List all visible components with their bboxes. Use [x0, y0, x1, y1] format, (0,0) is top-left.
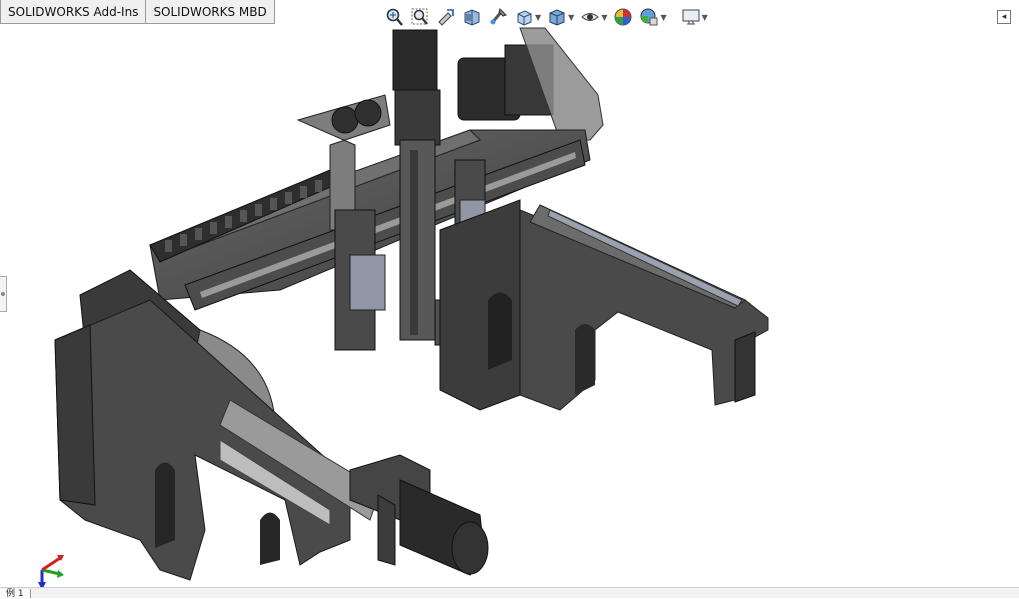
section-view-icon: [464, 9, 480, 26]
hide-show-items-icon: [581, 13, 600, 21]
edit-appearance-button[interactable]: [613, 6, 633, 28]
edit-appearance-icon: [614, 8, 632, 26]
section-view-button[interactable]: [462, 6, 482, 28]
display-style-icon: [549, 9, 565, 26]
command-manager-tabs: SOLIDWORKS Add-Ins SOLIDWORKS MBD: [0, 0, 275, 26]
sheet-tab[interactable]: 例 1: [0, 589, 31, 599]
apply-scene-icon: [640, 8, 658, 26]
dynamic-annotation-button[interactable]: [488, 6, 508, 28]
display-style-button[interactable]: ▼: [547, 6, 574, 28]
tab-solidworks-add-ins[interactable]: SOLIDWORKS Add-Ins: [0, 0, 147, 24]
zoom-to-area-button[interactable]: [410, 6, 430, 28]
status-bar: 例 1: [0, 587, 1019, 599]
coordinate-triad: [38, 555, 64, 590]
gantry-assembly-model: [54, 27, 769, 581]
chevron-down-icon[interactable]: ▼: [568, 13, 574, 22]
previous-view-button[interactable]: [436, 6, 456, 28]
graphics-area[interactable]: [0, 26, 1019, 590]
chevron-down-icon[interactable]: ▼: [535, 13, 541, 22]
previous-view-icon: [438, 9, 454, 26]
chevron-down-icon[interactable]: ▼: [702, 13, 708, 22]
view-settings-icon: [682, 9, 700, 25]
dynamic-annotation-icon: [490, 8, 507, 25]
chevron-down-icon[interactable]: ▼: [601, 13, 607, 22]
hide-show-items-button[interactable]: ▼: [580, 6, 607, 28]
view-orientation-icon: [517, 10, 532, 26]
view-settings-button[interactable]: ▼: [681, 6, 708, 28]
zoom-to-fit-button[interactable]: [384, 6, 404, 28]
restore-window-icon[interactable]: ◂: [997, 10, 1011, 24]
chevron-down-icon[interactable]: ▼: [660, 13, 666, 22]
apply-scene-button[interactable]: ▼: [639, 6, 667, 28]
tab-solidworks-mbd[interactable]: SOLIDWORKS MBD: [146, 0, 275, 24]
zoom-to-area-icon: [411, 8, 428, 25]
zoom-to-fit-icon: [386, 8, 403, 26]
view-orientation-button[interactable]: ▼: [514, 6, 541, 28]
